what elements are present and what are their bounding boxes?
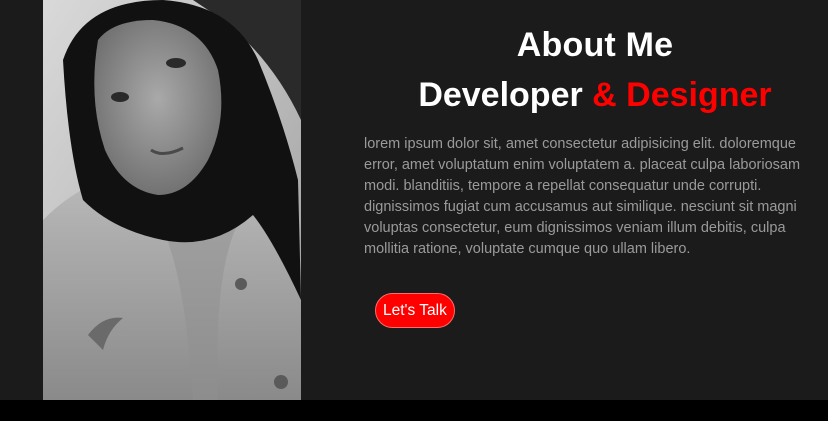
about-description: lorem ipsum dolor sit, amet consectetur … xyxy=(364,136,801,257)
subtitle-accent: & Designer xyxy=(592,76,772,114)
profile-photo xyxy=(43,0,301,400)
about-title: About Me xyxy=(516,26,674,64)
about-content: About Me Developer & Designer lorem ipsu… xyxy=(362,0,828,400)
about-section: About Me Developer & Designer lorem ipsu… xyxy=(0,0,828,400)
about-subtitle: Developer & Designer xyxy=(362,76,828,115)
bottom-bar xyxy=(0,400,828,421)
subtitle-main: Developer xyxy=(418,76,583,114)
lets-talk-button[interactable]: Let's Talk xyxy=(375,293,455,328)
